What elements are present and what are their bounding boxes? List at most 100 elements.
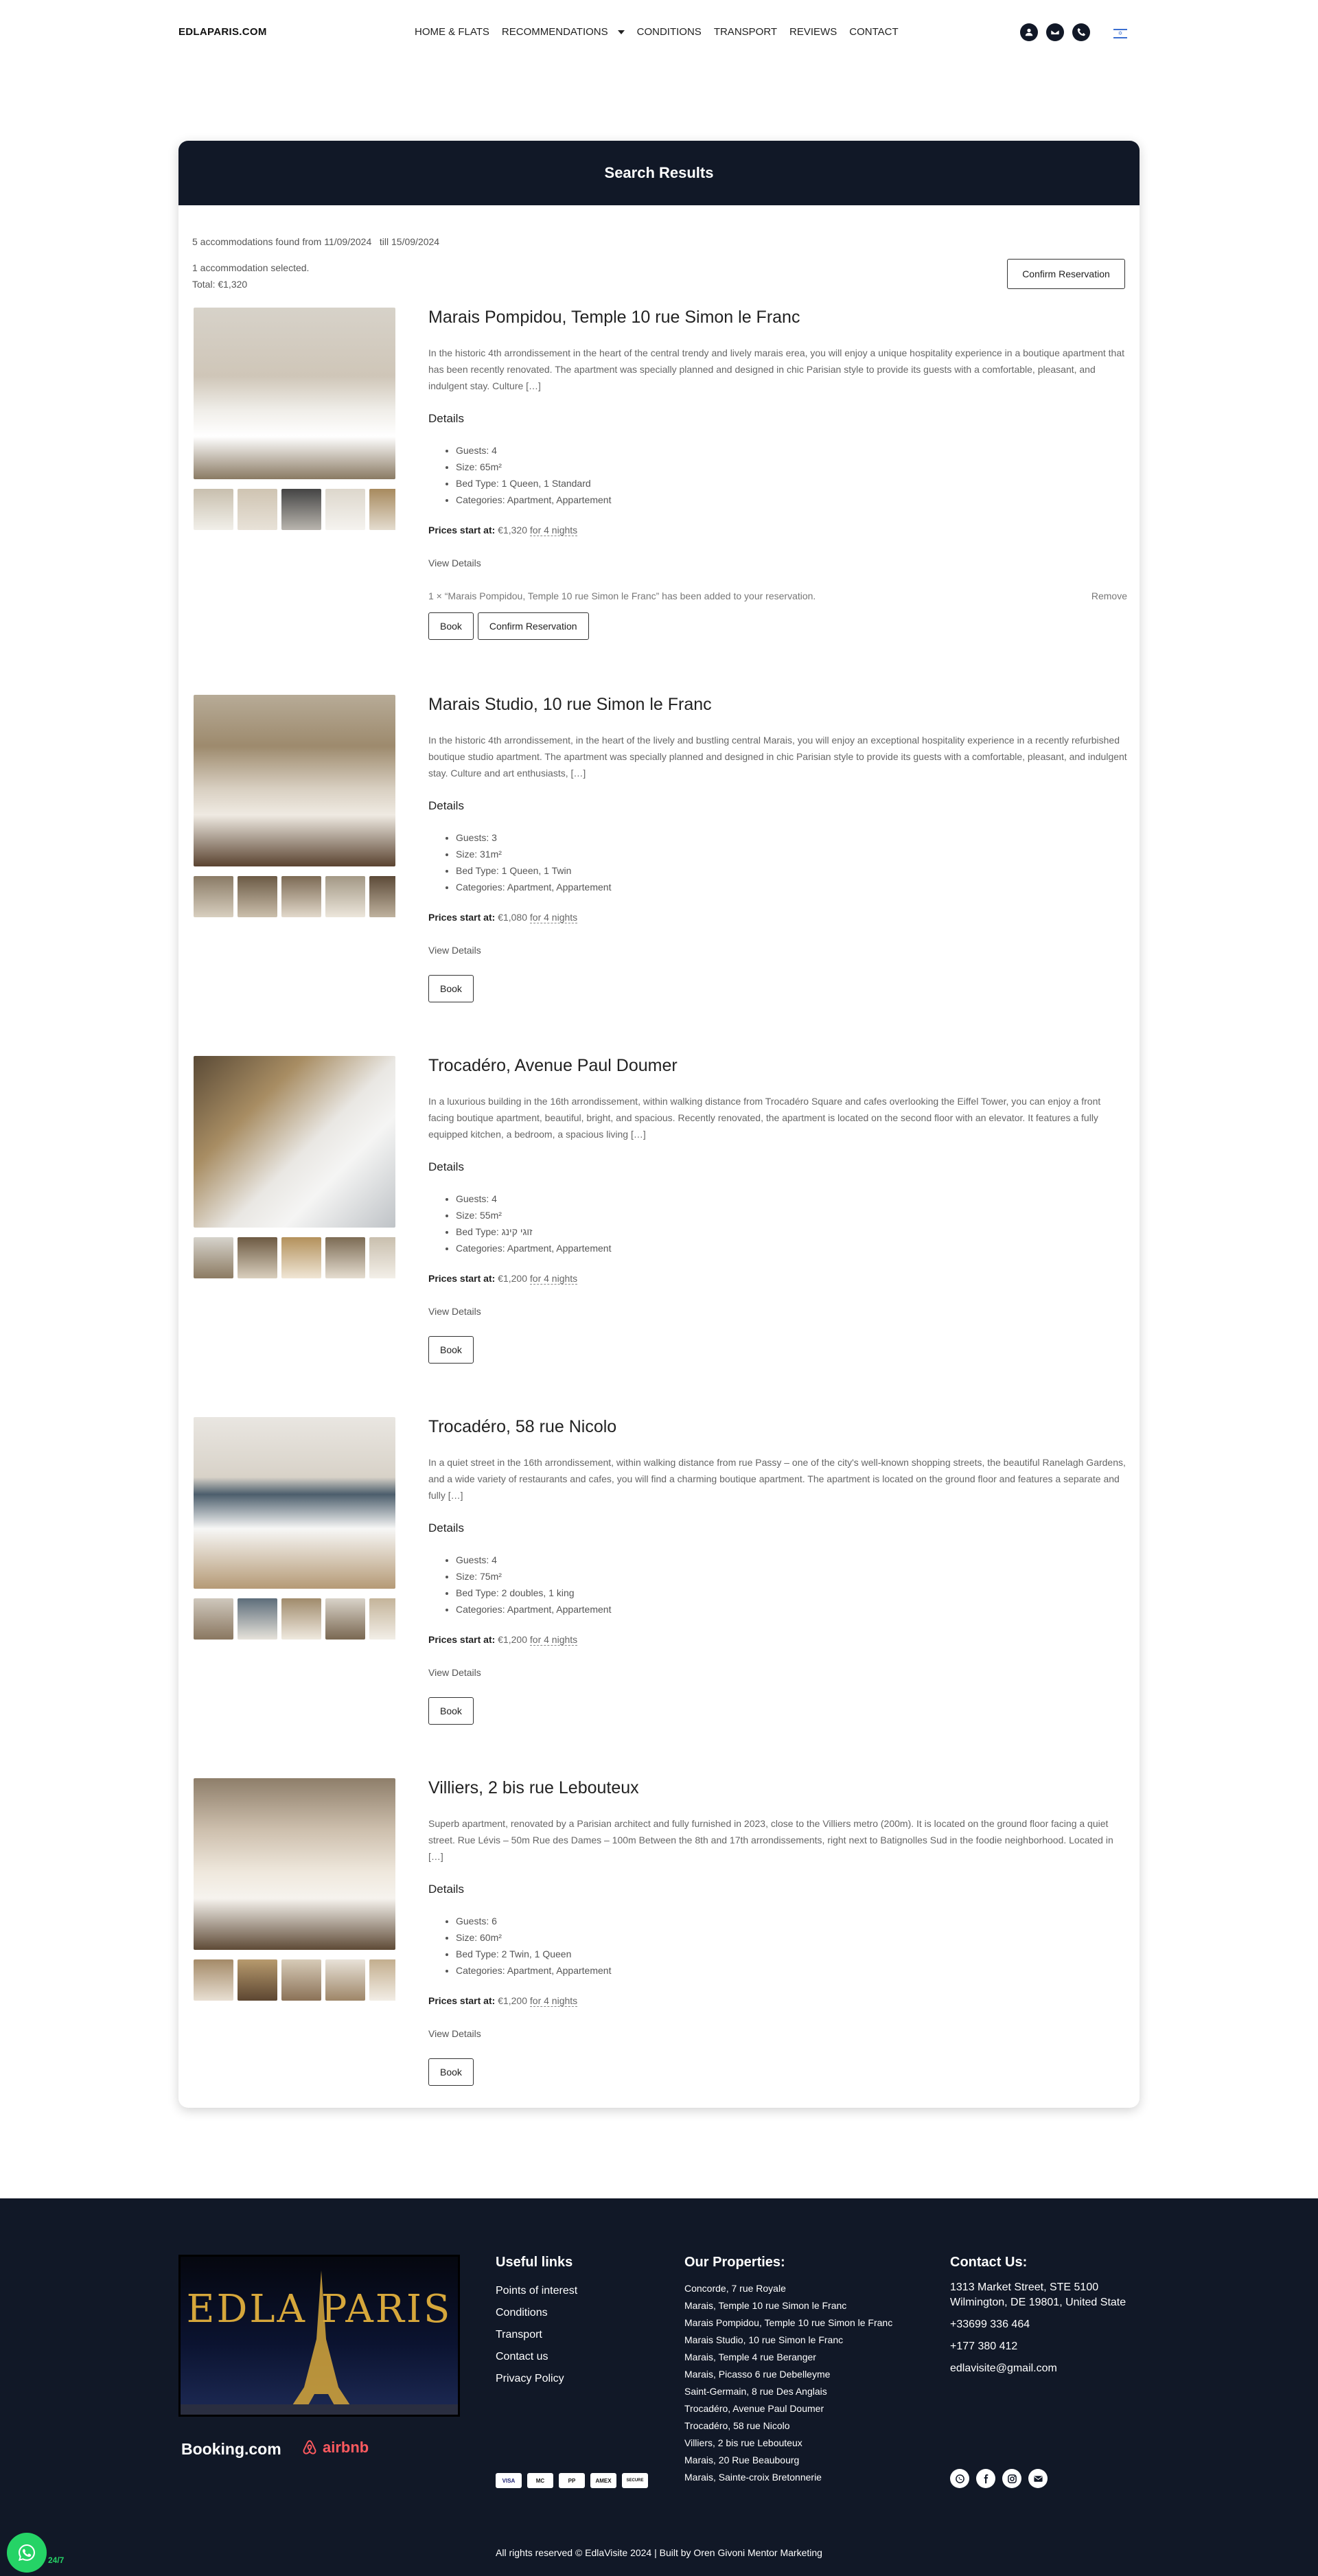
property-link[interactable]: Marais Studio, 10 rue Simon le Franc <box>684 2332 892 2349</box>
photo-thumbnail[interactable] <box>238 1959 277 2001</box>
footer-logo[interactable]: EDLA PARIS <box>178 2255 460 2417</box>
accommodation-title[interactable]: Trocadéro, Avenue Paul Doumer <box>428 1056 1127 1077</box>
confirm-reservation-button[interactable]: Confirm Reservation <box>477 612 589 640</box>
photo-thumbnail[interactable] <box>325 1598 365 1640</box>
accommodation-main-photo[interactable] <box>194 1056 395 1228</box>
email-link[interactable]: edlavisite@gmail.com <box>950 2361 1126 2376</box>
photo-thumbnail[interactable] <box>369 1959 395 2001</box>
whatsapp-icon[interactable] <box>950 2469 969 2488</box>
photo-thumbnail[interactable] <box>325 1959 365 2001</box>
property-link[interactable]: Marais, Temple 10 rue Simon le Franc <box>684 2297 892 2314</box>
accommodation-title[interactable]: Villiers, 2 bis rue Lebouteux <box>428 1778 1127 1799</box>
photo-thumbnail[interactable] <box>281 1959 321 2001</box>
property-link[interactable]: Saint-Germain, 8 rue Des Anglais <box>684 2383 892 2400</box>
accommodation-main-photo[interactable] <box>194 1417 395 1589</box>
photo-thumbnail[interactable] <box>238 1237 277 1278</box>
accommodation-title[interactable]: Marais Studio, 10 rue Simon le Franc <box>428 695 1127 715</box>
airbnb-logo[interactable]: airbnb <box>301 2439 369 2457</box>
photo-thumbnail[interactable] <box>281 876 321 917</box>
accommodation-description: Superb apartment, renovated by a Parisia… <box>428 1818 1113 1862</box>
accommodation-title[interactable]: Trocadéro, 58 rue Nicolo <box>428 1417 1127 1438</box>
confirm-reservation-button[interactable]: Confirm Reservation <box>1007 259 1125 289</box>
photo-thumbnail[interactable] <box>325 489 365 530</box>
details-list: Guests: 3 Size: 31m² Bed Type: 1 Queen, … <box>428 829 1127 895</box>
payment-methods: VISA MC PP AMEX SECURE <box>496 2473 648 2488</box>
phone-number-2[interactable]: +177 380 412 <box>950 2339 1126 2354</box>
book-button[interactable]: Book <box>428 1697 474 1725</box>
price-label: Prices start at: <box>428 1273 496 1284</box>
nav-conditions[interactable]: CONDITIONS <box>637 26 702 38</box>
booking-com-logo[interactable]: Booking.com <box>181 2440 281 2459</box>
nav-home-flats[interactable]: HOME & FLATS <box>415 26 489 38</box>
photo-thumbnail[interactable] <box>325 1237 365 1278</box>
photo-thumbnail[interactable] <box>194 489 233 530</box>
photo-thumbnail[interactable] <box>281 1598 321 1640</box>
property-link[interactable]: Trocadéro, Avenue Paul Doumer <box>684 2400 892 2417</box>
view-details-link[interactable]: View Details <box>428 1306 1127 1317</box>
accommodation-title[interactable]: Marais Pompidou, Temple 10 rue Simon le … <box>428 308 1127 328</box>
photo-thumbnail[interactable] <box>369 1237 395 1278</box>
property-link[interactable]: Marais, Picasso 6 rue Debelleyme <box>684 2366 892 2383</box>
book-button[interactable]: Book <box>428 1336 474 1364</box>
property-link[interactable]: Marais Pompidou, Temple 10 rue Simon le … <box>684 2314 892 2332</box>
details-heading: Details <box>428 1521 464 1534</box>
categories-detail: Categories: Apartment, Appartement <box>456 879 1127 895</box>
photo-thumbnail[interactable] <box>281 489 321 530</box>
site-footer: EDLA PARIS Booking.com airbnb Useful lin… <box>0 2198 1318 2576</box>
instagram-icon[interactable] <box>1002 2469 1021 2488</box>
photo-thumbnail[interactable] <box>194 876 233 917</box>
photo-thumbnail[interactable] <box>238 489 277 530</box>
photo-thumbnail[interactable] <box>238 1598 277 1640</box>
photo-thumbnail[interactable] <box>238 876 277 917</box>
notice-text: 1 × “Marais Pompidou, Temple 10 rue Simo… <box>428 590 816 601</box>
footer-link-points-of-interest[interactable]: Points of interest <box>496 2280 577 2302</box>
nav-transport[interactable]: TRANSPORT <box>714 26 777 38</box>
israel-flag-icon[interactable]: ✡ <box>1113 29 1127 38</box>
footer-link-contact-us[interactable]: Contact us <box>496 2346 577 2368</box>
nav-reviews[interactable]: REVIEWS <box>789 26 837 38</box>
footer-link-privacy-policy[interactable]: Privacy Policy <box>496 2368 577 2390</box>
view-details-link[interactable]: View Details <box>428 1667 1127 1678</box>
photo-thumbnail[interactable] <box>369 489 395 530</box>
footer-link-conditions[interactable]: Conditions <box>496 2302 577 2324</box>
photo-thumbnail[interactable] <box>281 1237 321 1278</box>
footer-link-transport[interactable]: Transport <box>496 2324 577 2346</box>
book-button[interactable]: Book <box>428 612 474 640</box>
book-button[interactable]: Book <box>428 975 474 1002</box>
property-link[interactable]: Marais, Temple 4 rue Beranger <box>684 2349 892 2366</box>
remove-link[interactable]: Remove <box>1091 590 1127 601</box>
view-details-link[interactable]: View Details <box>428 2028 1127 2039</box>
details-heading: Details <box>428 1883 464 1896</box>
whatsapp-chat-button[interactable] <box>7 2533 47 2573</box>
nights-text: for 4 nights <box>529 1995 578 2007</box>
property-link[interactable]: Trocadéro, 58 rue Nicolo <box>684 2417 892 2435</box>
site-logo[interactable]: EDLAPARIS.COM <box>178 26 267 38</box>
photo-thumbnail[interactable] <box>194 1598 233 1640</box>
property-link[interactable]: Marais, 20 Rue Beaubourg <box>684 2452 892 2469</box>
photo-thumbnail[interactable] <box>194 1237 233 1278</box>
property-link[interactable]: Concorde, 7 rue Royale <box>684 2280 892 2297</box>
property-link[interactable]: Marais, Sainte-croix Bretonnerie <box>684 2469 892 2486</box>
accommodation-description: In the historic 4th arrondissement in th… <box>428 347 1125 391</box>
accommodation-main-photo[interactable] <box>194 695 395 866</box>
whatsapp-icon <box>19 2544 35 2561</box>
property-link[interactable]: Villiers, 2 bis rue Lebouteux <box>684 2435 892 2452</box>
phone-number-1[interactable]: +33699 336 464 <box>950 2317 1126 2332</box>
photo-thumbnail[interactable] <box>194 1959 233 2001</box>
accommodation-main-photo[interactable] <box>194 1778 395 1950</box>
photo-thumbnail[interactable] <box>369 1598 395 1640</box>
nav-recommendations[interactable]: RECOMMENDATIONS <box>502 26 625 38</box>
accommodation-main-photo[interactable] <box>194 308 395 479</box>
user-icon[interactable] <box>1020 23 1038 41</box>
view-details-link[interactable]: View Details <box>428 557 1127 568</box>
phone-icon[interactable] <box>1072 23 1090 41</box>
nav-contact[interactable]: CONTACT <box>849 26 898 38</box>
mail-icon[interactable] <box>1028 2469 1048 2488</box>
bed-type-detail: Bed Type: זוגי קינג <box>456 1223 1127 1240</box>
photo-thumbnail[interactable] <box>369 876 395 917</box>
book-button[interactable]: Book <box>428 2058 474 2086</box>
photo-thumbnail[interactable] <box>325 876 365 917</box>
view-details-link[interactable]: View Details <box>428 945 1127 956</box>
mail-icon[interactable] <box>1046 23 1064 41</box>
facebook-icon[interactable] <box>976 2469 995 2488</box>
